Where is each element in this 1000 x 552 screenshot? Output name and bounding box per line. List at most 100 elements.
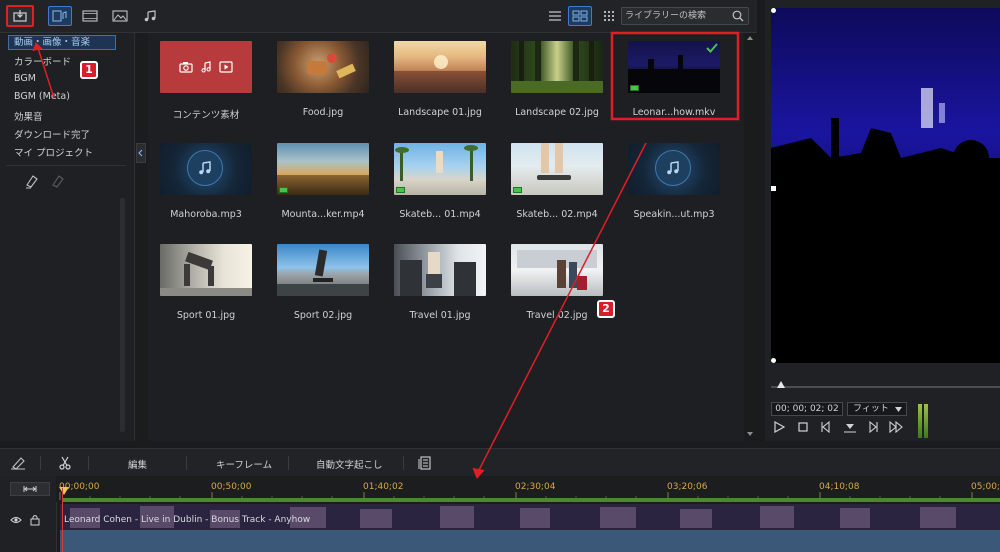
remove-tag-icon[interactable] — [50, 173, 66, 189]
video-badge-icon — [279, 187, 288, 193]
import-media-button[interactable] — [6, 5, 34, 27]
next-frame-button[interactable] — [866, 420, 880, 435]
media-tile-label: Mounta...ker.mp4 — [281, 209, 365, 220]
import-icon — [13, 10, 27, 22]
media-tile[interactable]: Skateb... 01.mp4 — [382, 143, 498, 220]
grid-view-button[interactable] — [568, 6, 592, 26]
media-filter-all-button[interactable] — [48, 6, 72, 26]
media-tile[interactable]: Landscape 02.jpg — [499, 41, 615, 118]
media-tile[interactable]: Travel 01.jpg — [382, 244, 498, 321]
resize-handle[interactable] — [771, 8, 776, 13]
keyframe-button[interactable]: キーフレーム — [216, 457, 272, 471]
image-filter-button[interactable] — [108, 6, 132, 26]
media-tile-label: Speakin...ut.mp3 — [633, 209, 715, 220]
video-badge-icon — [396, 187, 405, 193]
resize-handle[interactable] — [771, 358, 776, 363]
sidebar-scrollbar[interactable] — [120, 198, 125, 432]
media-tile[interactable]: Speakin...ut.mp3 — [616, 143, 732, 220]
search-icon[interactable] — [732, 10, 744, 22]
marker-icon — [844, 424, 856, 433]
lock-icon[interactable] — [30, 514, 40, 526]
resize-handle[interactable] — [771, 186, 776, 191]
media-tile-label: Skateb... 01.mp4 — [399, 209, 481, 220]
film-icon — [82, 10, 98, 22]
music-note-icon — [144, 10, 156, 22]
video-badge-icon — [630, 85, 639, 91]
seek-handle-icon[interactable] — [776, 380, 786, 392]
add-tag-icon[interactable] — [24, 173, 40, 189]
eye-icon[interactable] — [10, 515, 22, 525]
stop-button[interactable] — [796, 421, 810, 435]
timeline-clip[interactable] — [60, 504, 1000, 552]
play-button[interactable] — [772, 420, 786, 435]
playhead-icon[interactable] — [58, 486, 70, 498]
video-thumbnail — [511, 143, 603, 195]
video-thumbnail — [628, 41, 720, 93]
media-tile[interactable]: Sport 02.jpg — [265, 244, 381, 321]
preview-seek-bar[interactable] — [771, 386, 1000, 388]
media-tile-label: Food.jpg — [302, 107, 344, 118]
media-tile-label: Mahoroba.mp3 — [170, 209, 242, 220]
video-thumbnail — [277, 143, 369, 195]
auto-caption-button[interactable]: 自動文字起こし — [316, 457, 383, 471]
panel-divider[interactable] — [757, 0, 765, 441]
zoom-select[interactable]: フィット — [847, 402, 907, 416]
timecode-display[interactable]: 00; 00; 02; 02 — [771, 402, 843, 416]
concert-frame — [771, 8, 1000, 363]
pen-icon[interactable] — [10, 456, 26, 470]
video-filter-button[interactable] — [78, 6, 102, 26]
media-tile[interactable]: Leonar...how.mkv — [616, 41, 732, 118]
previous-frame-icon — [821, 420, 830, 434]
media-tile[interactable]: Mahoroba.mp3 — [148, 143, 264, 220]
media-tile[interactable]: Skateb... 02.mp4 — [499, 143, 615, 220]
scroll-up-icon[interactable] — [746, 35, 754, 41]
sidebar-item-color-board[interactable]: カラーボード — [14, 54, 71, 68]
library-scrollbar[interactable] — [744, 33, 756, 441]
sidebar-item-my-projects[interactable]: マイ プロジェクト — [14, 145, 93, 159]
ruler-tick: 02;30;04 — [515, 482, 556, 492]
search-input[interactable] — [625, 9, 729, 23]
photo-thumbnail — [511, 244, 603, 296]
list-view-button[interactable] — [543, 6, 567, 26]
grid-view-icon — [572, 10, 588, 22]
zoom-select-value: フィット — [853, 404, 889, 414]
ruler-tick: 04;10;08 — [819, 482, 860, 492]
subtitle-list-icon[interactable] — [418, 456, 432, 470]
playhead-line — [62, 488, 63, 552]
step-badge-2: 2 — [597, 300, 615, 318]
media-tile[interactable]: Food.jpg — [265, 41, 381, 118]
check-icon — [706, 43, 718, 53]
music-note-icon — [201, 61, 211, 73]
media-tile-label: Skateb... 02.mp4 — [516, 209, 598, 220]
sidebar-item-bgm-meta[interactable]: BGM (Meta) — [14, 91, 70, 102]
ruler-tick: 03;20;06 — [667, 482, 708, 492]
media-tile-label: Travel 01.jpg — [409, 310, 471, 321]
media-tile[interactable]: コンテンツ素材 — [148, 41, 264, 121]
sidebar-item-media[interactable]: 動画・画像・音楽 — [8, 35, 116, 50]
music-note-icon — [187, 150, 223, 186]
fit-timeline-button[interactable] — [10, 482, 50, 496]
snapshot-button[interactable] — [843, 421, 857, 435]
sidebar-collapse-button[interactable] — [136, 143, 146, 163]
previous-frame-button[interactable] — [819, 420, 833, 435]
media-tile[interactable]: Sport 01.jpg — [148, 244, 264, 321]
ruler-tick: 05;00; — [971, 482, 1000, 492]
more-options-button[interactable] — [597, 6, 621, 26]
scroll-down-icon[interactable] — [746, 431, 754, 437]
camera-icon — [179, 62, 193, 73]
media-tile[interactable]: Landscape 01.jpg — [382, 41, 498, 118]
media-tile[interactable]: Mounta...ker.mp4 — [265, 143, 381, 220]
media-tile-label: コンテンツ素材 — [172, 110, 240, 121]
media-tile-label: Landscape 02.jpg — [515, 107, 599, 118]
sidebar-item-downloads[interactable]: ダウンロード完了 — [14, 127, 90, 141]
scissors-icon[interactable] — [58, 456, 72, 470]
photo-thumbnail — [394, 41, 486, 93]
audio-filter-button[interactable] — [138, 6, 162, 26]
fast-forward-button[interactable] — [889, 420, 903, 435]
edit-toolbar: 編集 キーフレーム 自動文字起こし — [0, 448, 1000, 478]
edit-button[interactable]: 編集 — [128, 457, 147, 471]
sidebar-item-bgm[interactable]: BGM — [14, 73, 36, 84]
audio-meter-left — [918, 404, 922, 438]
sidebar-item-sound-effects[interactable]: 効果音 — [14, 109, 43, 123]
panel-resize-grip[interactable] — [680, 444, 696, 452]
